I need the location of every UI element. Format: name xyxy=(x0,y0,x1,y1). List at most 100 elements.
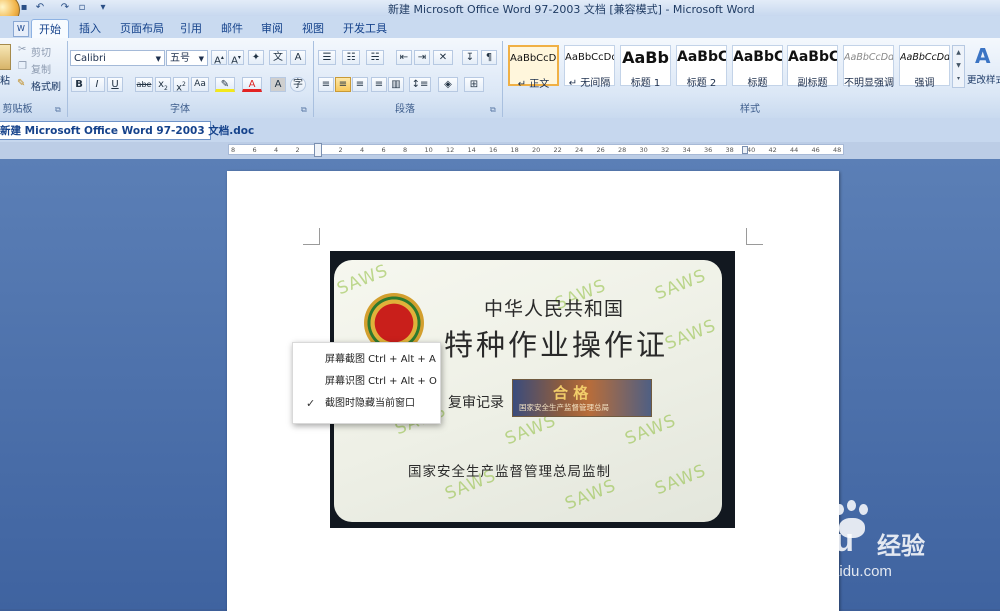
enclose-characters-button[interactable]: 字 xyxy=(290,77,306,92)
distributed-button[interactable]: ▥ xyxy=(388,77,404,92)
chevron-down-icon: ▼ xyxy=(198,55,204,63)
style-sample: AaBbCcDd xyxy=(900,52,949,63)
tab-insert[interactable]: 插入 xyxy=(79,19,101,38)
hologram-stamp: 合 格 国家安全生产监督管理总局 xyxy=(512,379,652,417)
font-size-dropdown[interactable]: 五号 ▼ xyxy=(166,50,208,66)
multilevel-list-button[interactable]: ☵ xyxy=(366,50,384,65)
title-bar: ▪ ↶ ↷ ▫ ▾ 新建 Microsoft Office Word 97-20… xyxy=(0,0,1000,26)
sort-button[interactable]: ↧ xyxy=(462,50,478,65)
document-tab[interactable]: 新建 Microsoft Office Word 97-2003 文档.doc xyxy=(0,121,254,140)
align-left-button[interactable]: ≡ xyxy=(318,77,334,92)
style-name: 标题 xyxy=(747,78,768,89)
styles-scroll[interactable]: ▲ ▼ ▾ xyxy=(952,45,965,88)
tab-review[interactable]: 审阅 xyxy=(261,19,283,38)
tab-developer[interactable]: 开发工具 xyxy=(343,19,387,38)
tab-home[interactable]: 开始 xyxy=(31,19,69,39)
highlight-color-button[interactable]: ✎ xyxy=(215,77,235,92)
chinese-layout-button[interactable]: ✕ xyxy=(433,50,453,65)
tab-references[interactable]: 引用 xyxy=(180,19,202,38)
underline-button[interactable]: U xyxy=(107,77,123,92)
change-styles-icon[interactable]: A xyxy=(975,44,990,68)
font-name-dropdown[interactable]: Calibri ▼ xyxy=(70,50,165,66)
dialog-launcher-icon[interactable]: ⧉ xyxy=(301,105,307,115)
style-subtitle[interactable]: AaBbC 副标题 xyxy=(787,45,838,89)
style-sample: AaBbCcDd xyxy=(565,52,614,63)
menu-item-screen-capture[interactable]: 屏幕截图 Ctrl + Alt + A xyxy=(293,349,440,371)
align-right-button[interactable]: ≡ xyxy=(352,77,368,92)
chevron-down-icon: ▼ xyxy=(155,55,161,63)
menu-item-screen-recognition[interactable]: 屏幕识图 Ctrl + Alt + O xyxy=(293,371,440,393)
card-country: 中华人民共和国 xyxy=(484,298,625,320)
character-shading-button[interactable]: A xyxy=(270,77,286,92)
customize-quick-access-icon[interactable]: ▾ xyxy=(96,1,110,14)
tab-mailings[interactable]: 邮件 xyxy=(221,19,243,38)
stamp-text: 合 格 xyxy=(553,384,589,402)
style-normal[interactable]: AaBbCcDd ↵ 正文 xyxy=(508,45,559,90)
clear-formatting-button[interactable]: ✦ xyxy=(248,50,264,65)
style-name: ↵ 正文 xyxy=(517,79,550,90)
tab-page-layout[interactable]: 页面布局 xyxy=(120,19,164,38)
strikethrough-button[interactable]: abe xyxy=(135,77,153,92)
style-name: 标题 2 xyxy=(686,78,717,89)
style-name: ↵ 无间隔 xyxy=(568,78,611,89)
style-heading-2[interactable]: AaBbC 标题 2 xyxy=(676,45,727,89)
dialog-launcher-icon[interactable]: ⧉ xyxy=(55,105,61,115)
group-divider xyxy=(67,41,68,117)
change-case-button[interactable]: Aa xyxy=(191,77,209,92)
right-indent-marker[interactable] xyxy=(742,146,748,154)
phonetic-guide-button[interactable]: 文 xyxy=(269,50,287,65)
cut-button[interactable]: 剪切 xyxy=(31,44,51,59)
character-border-button[interactable]: A xyxy=(290,50,306,65)
print-preview-icon[interactable]: ▫ xyxy=(75,1,89,14)
bullets-button[interactable]: ☰ xyxy=(318,50,336,65)
decrease-indent-button[interactable]: ⇤ xyxy=(396,50,412,65)
save-icon[interactable]: ▪ xyxy=(17,1,31,14)
ruler-tick: 30 xyxy=(639,146,648,154)
style-heading-1[interactable]: AaBb 标题 1 xyxy=(620,45,671,89)
ruler-tick: 2 xyxy=(295,146,300,154)
style-no-spacing[interactable]: AaBbCcDd ↵ 无间隔 xyxy=(564,45,615,89)
undo-icon[interactable]: ↶ xyxy=(33,1,47,14)
font-color-button[interactable]: A xyxy=(242,77,262,92)
paste-icon[interactable] xyxy=(0,44,11,70)
word-icon[interactable]: W xyxy=(13,21,29,37)
menu-item-label: 屏幕截图 Ctrl + Alt + A xyxy=(325,354,436,365)
style-name: 标题 1 xyxy=(630,78,661,89)
numbering-button[interactable]: ☷ xyxy=(342,50,360,65)
indent-marker[interactable] xyxy=(314,143,322,157)
format-painter-button[interactable]: 格式刷 xyxy=(31,78,61,93)
justify-button[interactable]: ≡ xyxy=(371,77,387,92)
line-spacing-button[interactable]: ↕≡ xyxy=(409,77,431,92)
style-emphasis[interactable]: AaBbCcDd 强调 xyxy=(899,45,950,89)
redo-icon[interactable]: ↷ xyxy=(58,1,72,14)
ruler-tick: 16 xyxy=(489,146,498,154)
ruler-tick: 26 xyxy=(596,146,605,154)
dialog-launcher-icon[interactable]: ⧉ xyxy=(490,105,496,115)
bold-button[interactable]: B xyxy=(71,77,87,92)
menu-item-label: 截图时隐藏当前窗口 xyxy=(325,398,415,409)
change-styles-button[interactable]: 更改样式 xyxy=(967,72,1000,86)
card-title: 特种作业操作证 xyxy=(444,328,669,362)
borders-button[interactable]: ⊞ xyxy=(464,77,484,92)
copy-button[interactable]: 复制 xyxy=(31,61,51,76)
shrink-font-button[interactable]: A▾ xyxy=(228,50,244,66)
show-marks-button[interactable]: ¶ xyxy=(481,50,497,65)
style-title[interactable]: AaBbC 标题 xyxy=(732,45,783,89)
style-name: 副标题 xyxy=(797,78,828,89)
align-center-button[interactable]: ≡ xyxy=(335,77,351,92)
menu-item-hide-window[interactable]: ✓ 截图时隐藏当前窗口 xyxy=(293,393,440,415)
paste-button[interactable]: 粘 xyxy=(0,72,10,87)
ruler-tick: 42 xyxy=(768,146,777,154)
style-subtle-emphasis[interactable]: AaBbCcDd 不明显强调 xyxy=(843,45,894,89)
subscript-button[interactable]: x2 xyxy=(155,77,171,92)
shading-button[interactable]: ◈ xyxy=(438,77,458,92)
ruler-tick: 38 xyxy=(725,146,734,154)
ruler-tick: 48 xyxy=(833,146,842,154)
superscript-button[interactable]: x2 xyxy=(173,77,189,93)
tab-view[interactable]: 视图 xyxy=(302,19,324,38)
increase-indent-button[interactable]: ⇥ xyxy=(414,50,430,65)
style-name: 强调 xyxy=(914,78,935,89)
ruler-tick: 20 xyxy=(532,146,541,154)
italic-button[interactable]: I xyxy=(89,77,105,92)
grow-font-button[interactable]: A▴ xyxy=(211,50,227,66)
